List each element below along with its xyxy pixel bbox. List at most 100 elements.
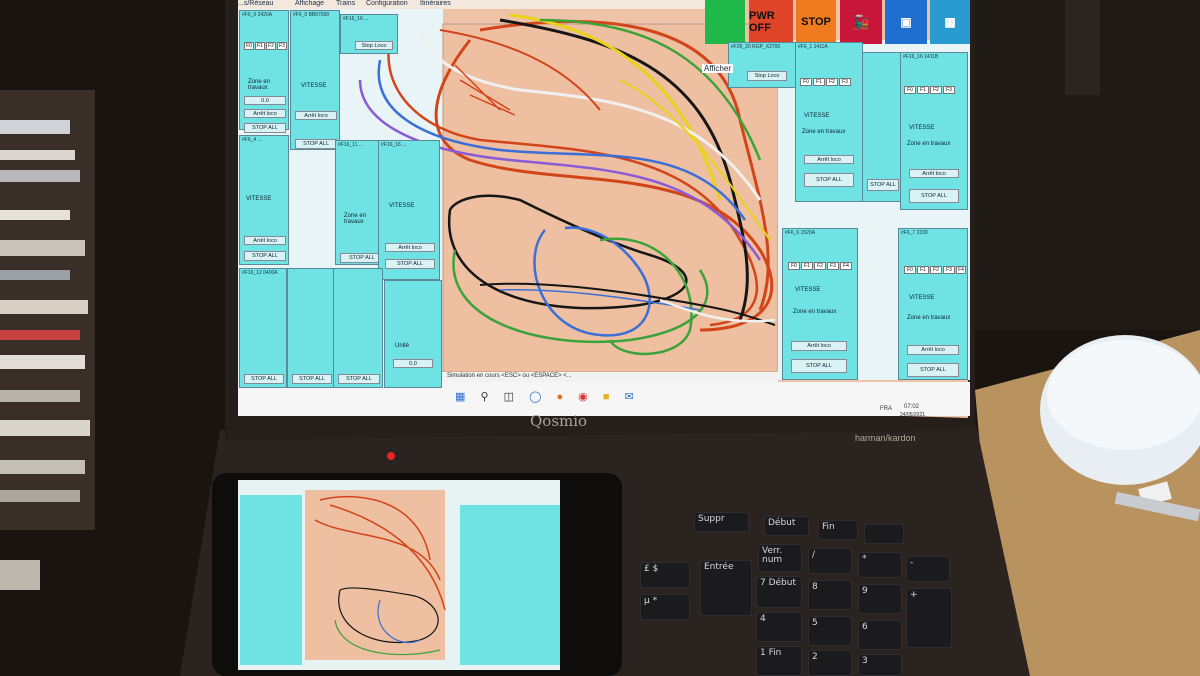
- arret-loco-button[interactable]: Arrêt loco: [295, 111, 337, 120]
- function-key[interactable]: F2: [930, 86, 942, 94]
- arret-loco-button[interactable]: Arrêt loco: [385, 243, 435, 252]
- arret-loco-button[interactable]: Arrêt loco: [804, 155, 854, 164]
- stop-all-button[interactable]: STOP ALL: [244, 251, 286, 261]
- display-icon-button[interactable]: ▣: [885, 0, 927, 44]
- function-key[interactable]: F1: [917, 266, 929, 274]
- function-key[interactable]: F2: [814, 262, 826, 270]
- key-plus[interactable]: +: [906, 588, 952, 648]
- speed-field[interactable]: 0.0: [244, 96, 286, 105]
- stop-all-button[interactable]: STOP ALL: [804, 173, 854, 187]
- task-view-icon[interactable]: ◫: [504, 391, 514, 403]
- stop-loco-button[interactable]: Stop Loco: [747, 71, 787, 81]
- function-key[interactable]: F4: [840, 262, 852, 270]
- power-off-button[interactable]: PWR OFF: [749, 0, 793, 44]
- key-numpad-9[interactable]: 9: [858, 584, 902, 614]
- function-key[interactable]: F0: [244, 42, 254, 50]
- stop-all-button[interactable]: STOP ALL: [909, 189, 959, 203]
- menu-item-configuration[interactable]: Configuration: [366, 0, 408, 7]
- key-numpad-4[interactable]: 4: [756, 612, 802, 642]
- screen-icon-button[interactable]: ▩: [930, 0, 970, 44]
- stop-all-button[interactable]: STOP ALL: [338, 374, 380, 384]
- function-key[interactable]: F1: [917, 86, 929, 94]
- arret-loco-button[interactable]: Arrêt loco: [244, 236, 286, 245]
- speed-field[interactable]: 0.0: [393, 359, 433, 368]
- firefox-icon[interactable]: ●: [556, 391, 563, 403]
- key-divide[interactable]: /: [808, 548, 852, 574]
- chrome-icon[interactable]: ◉: [578, 391, 588, 403]
- menu-item-affichage[interactable]: Affichage: [295, 0, 324, 7]
- power-on-button[interactable]: [705, 0, 745, 44]
- function-key[interactable]: F2: [826, 78, 838, 86]
- stop-loco-button[interactable]: Stop Loco: [355, 41, 393, 50]
- key-numpad-5[interactable]: 5: [808, 616, 852, 646]
- function-key[interactable]: F4: [956, 266, 966, 274]
- arret-loco-button[interactable]: Arrêt loco: [244, 109, 286, 118]
- stop-all-button[interactable]: STOP ALL: [907, 363, 959, 377]
- folder-icon[interactable]: ■: [603, 391, 610, 403]
- menu-item-itineraires[interactable]: Itinéraires: [420, 0, 451, 7]
- stop-all-button[interactable]: STOP ALL: [385, 259, 435, 269]
- panel-title: #F26_20 RGP_X2700: [731, 44, 781, 50]
- key-numpad-6[interactable]: 6: [858, 620, 902, 650]
- taskbar-date: 24/05/2021: [900, 412, 926, 418]
- throttle-panel: STOP ALL: [862, 52, 902, 202]
- function-key[interactable]: F2: [266, 42, 276, 50]
- function-key[interactable]: F0: [904, 266, 916, 274]
- menu-item-trains[interactable]: Trains: [336, 0, 355, 7]
- key-numpad-2[interactable]: 2: [808, 650, 852, 676]
- function-key[interactable]: F3: [839, 78, 851, 86]
- key-mu[interactable]: µ *: [640, 594, 690, 620]
- taskbar-lang: FRA: [880, 406, 892, 412]
- function-key[interactable]: F0: [800, 78, 812, 86]
- function-key[interactable]: F3: [943, 86, 955, 94]
- function-key[interactable]: F3: [943, 266, 955, 274]
- key-minus[interactable]: -: [906, 556, 950, 582]
- arret-loco-button[interactable]: Arrêt loco: [909, 169, 959, 178]
- key-numpad-7[interactable]: 7 Début: [756, 576, 802, 608]
- laptop-brand-logo: Qosmio: [530, 412, 588, 430]
- key-blank[interactable]: [864, 524, 904, 544]
- zone-label: Zone en travaux: [248, 79, 271, 91]
- key-pound[interactable]: £ $: [640, 562, 690, 588]
- stop-all-button[interactable]: STOP ALL: [791, 359, 847, 373]
- key-numpad-3[interactable]: 3: [858, 654, 902, 676]
- stop-button[interactable]: STOP: [796, 0, 836, 44]
- stop-all-button[interactable]: STOP ALL: [244, 123, 286, 133]
- key-suppr[interactable]: Suppr: [694, 512, 749, 532]
- panel-title: #F16_16 1411B: [903, 54, 939, 60]
- edge-icon[interactable]: ◯: [529, 391, 541, 403]
- key-debut[interactable]: Début: [764, 516, 809, 536]
- afficher-tooltip: Afficher: [702, 64, 733, 73]
- locomotive-icon: 🚂: [852, 13, 870, 30]
- key-numpad-8[interactable]: 8: [808, 580, 852, 610]
- function-key[interactable]: F1: [813, 78, 825, 86]
- throttle-panel: #F6_6 1520A VITESSE Zone en travaux Arrê…: [782, 228, 858, 380]
- stop-all-button[interactable]: STOP ALL: [867, 179, 899, 191]
- mail-icon[interactable]: ✉: [625, 391, 634, 403]
- windows-icon[interactable]: ▦: [455, 391, 465, 403]
- throttle-panel: #F6_0 BB67000 VITESSE Arrêt loco STOP AL…: [290, 10, 340, 150]
- key-entree[interactable]: Entrée: [700, 560, 752, 616]
- function-key[interactable]: F1: [255, 42, 265, 50]
- train-icon-button[interactable]: 🚂: [840, 0, 882, 44]
- key-numpad-1[interactable]: 1 Fin: [756, 646, 802, 676]
- function-key[interactable]: F3: [277, 42, 287, 50]
- power-led: [387, 452, 395, 460]
- stop-all-button[interactable]: STOP ALL: [244, 374, 284, 384]
- panel-title: #F6_0 BB67000: [293, 12, 330, 18]
- stop-all-button[interactable]: STOP ALL: [295, 139, 337, 149]
- arret-loco-button[interactable]: Arrêt loco: [791, 341, 847, 351]
- menu-item-reseau[interactable]: ...s/Réseau: [238, 0, 273, 7]
- search-icon[interactable]: ⚲: [480, 391, 488, 403]
- function-key[interactable]: F0: [788, 262, 800, 270]
- function-key[interactable]: F1: [801, 262, 813, 270]
- function-key[interactable]: F0: [904, 86, 916, 94]
- stop-all-button[interactable]: STOP ALL: [292, 374, 332, 384]
- function-key[interactable]: F3: [827, 262, 839, 270]
- vitesse-label: VITESSE: [909, 125, 935, 131]
- arret-loco-button[interactable]: Arrêt loco: [907, 345, 959, 355]
- key-multiply[interactable]: *: [858, 552, 902, 578]
- key-fin[interactable]: Fin: [818, 520, 858, 540]
- key-verr-num[interactable]: Verr. num: [758, 544, 802, 572]
- function-key[interactable]: F2: [930, 266, 942, 274]
